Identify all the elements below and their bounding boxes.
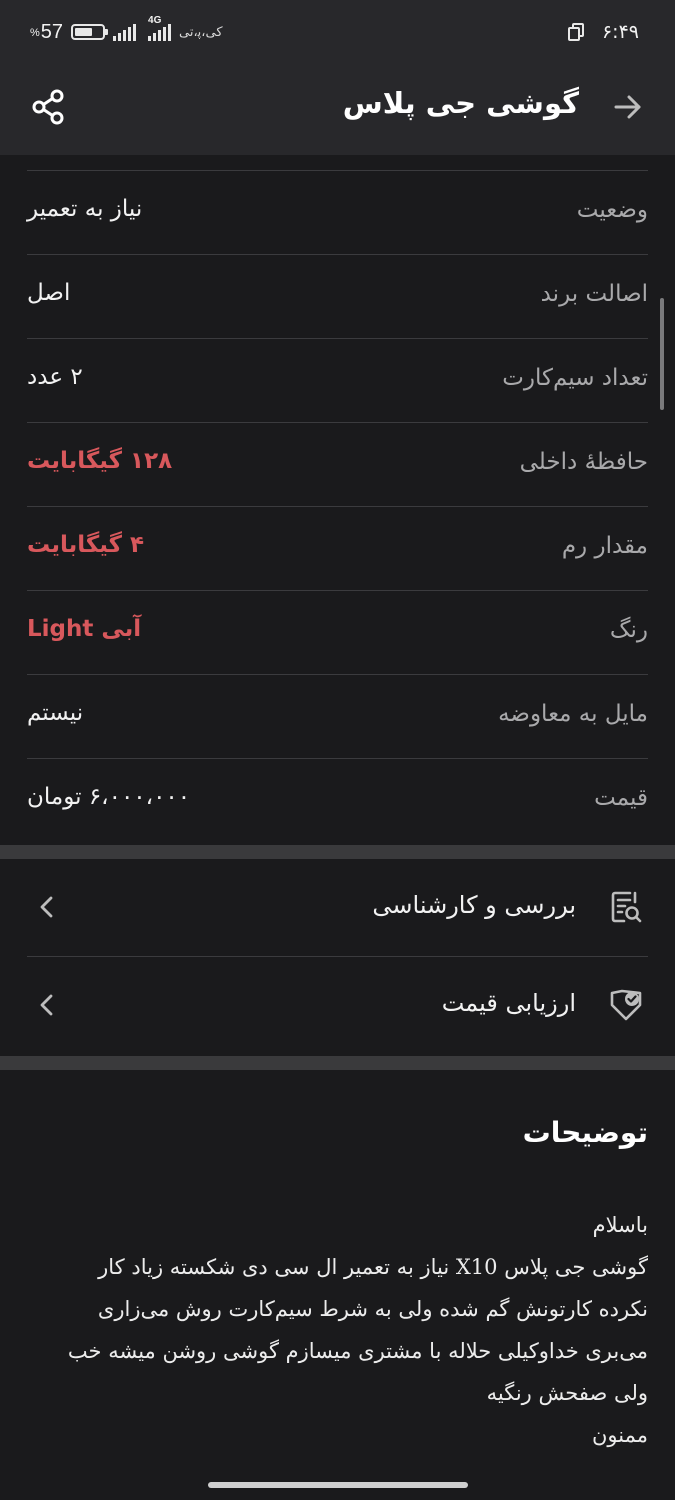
inspection-icon — [608, 889, 644, 925]
description-line: می‌بری خداوکیلی حلاله با مشتری میسازم گو… — [67, 1339, 648, 1363]
section-divider — [0, 845, 675, 859]
spec-value: اصل — [27, 280, 71, 306]
spec-value: ۶،۰۰۰،۰۰۰ تومان — [27, 784, 191, 810]
status-right: ۶:۴۹ — [567, 18, 639, 46]
home-indicator[interactable] — [208, 1482, 468, 1488]
spec-value: ۲ عدد — [27, 364, 83, 390]
description-line: گوشی جی پلاس X10 نیاز به تعمیر ال سی دی … — [98, 1255, 648, 1279]
description-line: ممنون — [592, 1423, 648, 1447]
scrollbar[interactable] — [660, 298, 664, 410]
spec-value: ۴ گیگابایت — [27, 532, 145, 558]
clock: ۶:۴۹ — [601, 21, 639, 43]
signal-icon — [113, 23, 137, 41]
spec-row-sim-count: تعداد سیم‌کارت ۲ عدد — [27, 339, 648, 423]
battery-percent: %57 — [30, 20, 64, 43]
spec-value: ۱۲۸ گیگابایت — [27, 448, 173, 474]
spec-label: وضعیت — [576, 197, 648, 223]
spec-row-condition: وضعیت نیاز به تعمیر — [27, 171, 648, 255]
signal-4g-icon: 4G — [148, 15, 172, 41]
arrow-right-icon[interactable] — [611, 90, 645, 124]
description-line: باسلام — [592, 1213, 648, 1237]
spec-row-price: قیمت ۶،۰۰۰،۰۰۰ تومان — [27, 759, 648, 843]
carrier-name: ﮐﯽ،ﭘ،ﺗﯽ — [179, 24, 223, 40]
spec-label: رنگ — [609, 617, 648, 643]
spec-label: اصالت برند — [540, 281, 648, 307]
description-body: باسلام گوشی جی پلاس X10 نیاز به تعمیر ال… — [27, 1204, 648, 1456]
description-line: ولی صفحش رنگیه — [486, 1381, 648, 1405]
status-bar: %57 4G ﮐﯽ،ﭘ،ﺗﯽ ۶:۴۹ — [0, 0, 675, 62]
description-section: توضیحات باسلام گوشی جی پلاس X10 نیاز به … — [0, 1070, 675, 1500]
section-divider — [0, 1056, 675, 1070]
spec-row-brand-originality: اصالت برند اصل — [27, 255, 648, 339]
spec-row-exchange: مایل به معاوضه نیستم — [27, 675, 648, 759]
page-title: گوشی جی پلاس — [342, 86, 579, 120]
spec-label: قیمت — [594, 785, 648, 811]
spec-value: نیاز به تعمیر — [27, 196, 143, 222]
description-title: توضیحات — [522, 1116, 648, 1149]
battery-icon — [71, 24, 109, 40]
spec-label: مقدار رم — [561, 533, 648, 559]
link-list: بررسی و کارشناسی ارزیابی قیمت — [0, 859, 675, 1056]
spec-label: مایل به معاوضه — [498, 701, 648, 727]
share-icon[interactable] — [30, 88, 68, 126]
link-label: بررسی و کارشناسی — [372, 891, 576, 919]
inspection-link[interactable]: بررسی و کارشناسی — [27, 859, 648, 957]
spec-list: وضعیت نیاز به تعمیر اصالت برند اصل تعداد… — [0, 155, 675, 845]
spec-row-storage: حافظهٔ داخلی ۱۲۸ گیگابایت — [27, 423, 648, 507]
chevron-left-icon — [35, 991, 59, 1019]
spec-row-ram: مقدار رم ۴ گیگابایت — [27, 507, 648, 591]
screenshot-icon — [567, 23, 586, 41]
spec-label: تعداد سیم‌کارت — [502, 365, 648, 391]
spec-value: آبی Light — [27, 616, 142, 642]
chevron-left-icon — [35, 893, 59, 921]
status-left: %57 4G ﮐﯽ،ﭘ،ﺗﯽ — [30, 15, 223, 46]
spec-label: حافظهٔ داخلی — [519, 449, 648, 475]
spec-row-color: رنگ آبی Light — [27, 591, 648, 675]
price-tag-check-icon — [608, 987, 644, 1023]
price-evaluation-link[interactable]: ارزیابی قیمت — [27, 957, 648, 1055]
description-line: نکرده کارتونش گم شده ولی به شرط سیم‌کارت… — [97, 1297, 648, 1321]
app-bar: گوشی جی پلاس — [0, 62, 675, 155]
link-label: ارزیابی قیمت — [441, 989, 576, 1017]
spec-value: نیستم — [27, 700, 84, 726]
